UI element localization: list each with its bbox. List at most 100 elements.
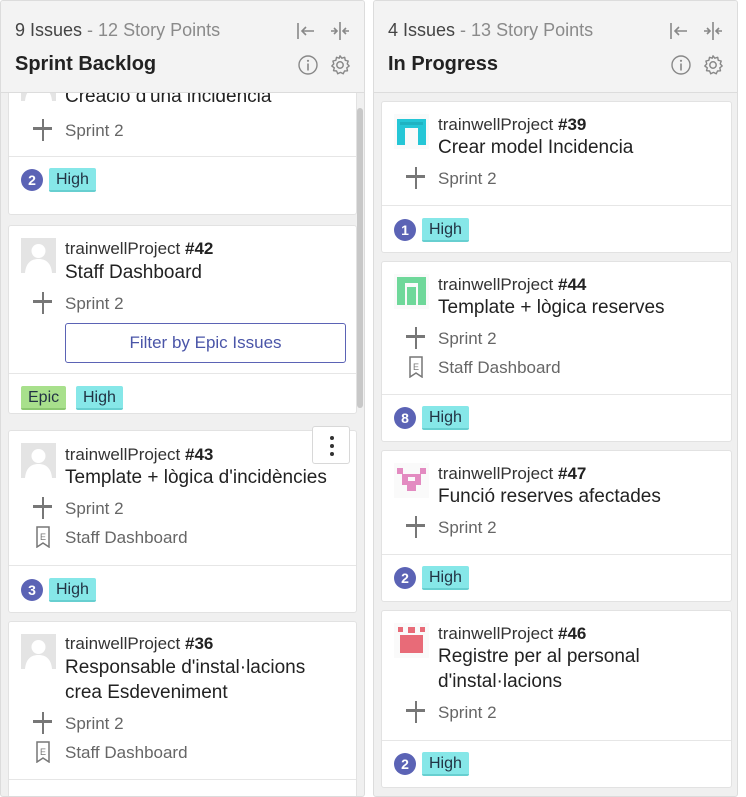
issue-number: #39 [558, 115, 587, 134]
epic-bookmark-icon [33, 526, 53, 548]
avatar [394, 274, 429, 309]
story-points-badge: 8 [394, 407, 416, 429]
filter-by-epic-button[interactable]: Filter by Epic Issues [65, 323, 346, 363]
column-sprint-backlog: 9 Issues - 12 Story Points Sprint Backlo… [0, 0, 365, 797]
avatar [394, 623, 429, 658]
signpost-icon [33, 712, 53, 734]
signpost-icon [33, 497, 53, 519]
issue-number: #43 [185, 445, 214, 464]
issue-number: #47 [558, 464, 587, 483]
issue-key[interactable]: trainwellProject #44 [438, 275, 586, 295]
divider [9, 373, 356, 374]
story-points: - 13 Story Points [455, 20, 594, 40]
issue-number: #44 [558, 275, 587, 294]
sprint-label: Sprint 2 [65, 121, 124, 140]
issue-card[interactable]: trainwellProject #46 Registre per al per… [381, 610, 732, 788]
story-points-badge: 3 [21, 579, 43, 601]
project-name: trainwellProject [65, 239, 185, 258]
divider [9, 779, 356, 780]
priority-tag: High [422, 218, 469, 242]
issue-summary: Creació d'una incidència [65, 93, 272, 107]
issue-key[interactable]: trainwellProject #46 [438, 624, 586, 644]
epic-label: Staff Dashboard [65, 743, 188, 762]
collapse-left-icon[interactable] [295, 20, 317, 42]
project-name: trainwellProject [65, 445, 185, 464]
issue-key[interactable]: trainwellProject #43 [65, 445, 213, 465]
summary-line: Registre per al personal [438, 646, 640, 667]
issue-key[interactable]: trainwellProject #47 [438, 464, 586, 484]
issue-card[interactable]: trainwellProject #47 Funció reserves afe… [381, 450, 732, 602]
compact-icon[interactable] [329, 20, 351, 42]
info-icon[interactable] [670, 54, 692, 76]
divider [9, 565, 356, 566]
avatar [21, 93, 56, 101]
issue-summary: Funció reserves afectades [438, 486, 661, 507]
summary-line: Responsable d'instal·lacions [65, 657, 306, 678]
issue-summary: Registre per al personal d'instal·lacions [438, 644, 721, 694]
priority-tag: High [422, 566, 469, 590]
issue-card[interactable]: trainwellProject #44 Template + lògica r… [381, 261, 732, 442]
project-name: trainwellProject [438, 624, 558, 643]
avatar [21, 443, 56, 478]
story-points: - 12 Story Points [82, 20, 221, 40]
story-points-badge: 2 [394, 567, 416, 589]
priority-tag: High [422, 406, 469, 430]
issue-count: 4 Issues [388, 20, 456, 40]
column-title: In Progress [388, 53, 499, 75]
signpost-icon [406, 701, 426, 723]
info-icon[interactable] [297, 54, 319, 76]
signpost-icon [33, 292, 53, 314]
avatar [21, 238, 56, 273]
issue-number: #42 [185, 239, 214, 258]
column-stats: 9 Issues - 12 Story Points [15, 20, 220, 41]
column-header: 4 Issues - 13 Story Points In Progress [374, 1, 737, 93]
signpost-icon [406, 516, 426, 538]
issue-number: #46 [558, 624, 587, 643]
summary-line: crea Esdeveniment [65, 682, 228, 703]
summary-line: d'instal·lacions [438, 671, 563, 692]
column-header: 9 Issues - 12 Story Points Sprint Backlo… [1, 1, 364, 93]
project-name: trainwellProject [65, 634, 185, 653]
divider [382, 205, 731, 206]
kebab-menu-icon[interactable] [312, 426, 350, 464]
avatar [21, 634, 56, 669]
compact-icon[interactable] [702, 20, 724, 42]
avatar [394, 114, 429, 149]
column-stats: 4 Issues - 13 Story Points [388, 20, 593, 41]
issue-key[interactable]: trainwellProject #36 [65, 634, 213, 654]
card-list: Creació d'una incidència Sprint 2 2 High… [1, 93, 364, 796]
story-points-badge: 1 [394, 219, 416, 241]
epic-bookmark-icon [33, 741, 53, 763]
priority-tag: High [49, 168, 96, 192]
issue-number: #36 [185, 634, 214, 653]
signpost-icon [406, 327, 426, 349]
divider [382, 740, 731, 741]
card-list: trainwellProject #39 Crear model Inciden… [374, 93, 737, 796]
divider [382, 394, 731, 395]
divider [9, 156, 356, 157]
avatar [394, 463, 429, 498]
sprint-label: Sprint 2 [438, 518, 497, 537]
issue-card[interactable]: trainwellProject #36 Responsable d'insta… [8, 621, 357, 796]
sprint-label: Sprint 2 [65, 499, 124, 518]
sprint-label: Sprint 2 [65, 294, 124, 313]
sprint-label: Sprint 2 [438, 329, 497, 348]
issue-card[interactable]: Creació d'una incidència Sprint 2 2 High [8, 93, 357, 215]
gear-icon[interactable] [329, 54, 351, 76]
priority-tag: High [76, 386, 123, 410]
column-in-progress: 4 Issues - 13 Story Points In Progress t [373, 0, 738, 797]
issue-key[interactable]: trainwellProject #42 [65, 239, 213, 259]
issue-summary: Responsable d'instal·lacions crea Esdeven… [65, 655, 346, 705]
gear-icon[interactable] [702, 54, 724, 76]
collapse-left-icon[interactable] [668, 20, 690, 42]
issue-card[interactable]: trainwellProject #42 Staff Dashboard Spr… [8, 225, 357, 414]
issue-card[interactable]: trainwellProject #39 Crear model Inciden… [381, 101, 732, 253]
issue-summary: Template + lògica d'incidències [65, 467, 327, 488]
epic-bookmark-icon [406, 356, 426, 378]
issue-card[interactable]: trainwellProject #43 Template + lògica d… [8, 430, 357, 613]
priority-tag: High [49, 578, 96, 602]
signpost-icon [406, 167, 426, 189]
issue-summary: Crear model Incidencia [438, 137, 634, 158]
issue-key[interactable]: trainwellProject #39 [438, 115, 586, 135]
priority-tag: High [422, 752, 469, 776]
